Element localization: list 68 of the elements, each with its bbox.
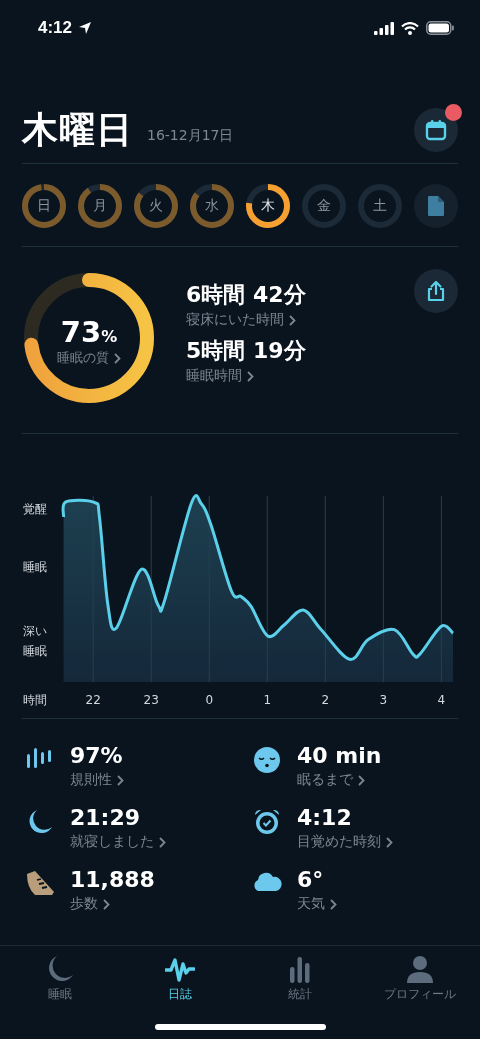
chevron-icon — [358, 774, 365, 786]
day-ring[interactable]: 日 — [22, 184, 66, 228]
stat-link[interactable]: 天気 — [297, 895, 337, 913]
quality-value: 73 — [60, 315, 102, 349]
shoe-icon — [25, 870, 55, 896]
share-icon — [426, 280, 446, 302]
stat-value: 11,888 — [70, 867, 155, 893]
x-axis-label: 22 — [85, 693, 101, 706]
bar-chart-icon — [26, 746, 54, 770]
x-axis-label: 3 — [379, 693, 388, 706]
x-axis-label: 2 — [321, 693, 330, 706]
calendar-icon — [425, 119, 447, 141]
day-ring[interactable]: 月 — [78, 184, 122, 228]
duration-link[interactable]: 寝床にいた時間 — [186, 311, 296, 329]
duration-link[interactable]: 睡眠時間 — [186, 367, 254, 385]
axis-title: 時間 — [23, 693, 47, 706]
stat-link[interactable]: 眠るまで — [297, 771, 365, 789]
date-range: 16-12月17日 — [147, 127, 235, 145]
chevron-icon — [114, 352, 121, 364]
y-axis-label: 深い睡眠 — [23, 624, 47, 659]
status-time: 4:12 — [38, 18, 73, 38]
day-ring[interactable]: 木 — [246, 184, 290, 228]
x-axis-label: 23 — [143, 693, 159, 706]
stat-link[interactable]: 規則性 — [70, 771, 124, 789]
quality-link[interactable]: 睡眠の質 — [57, 349, 121, 367]
cloud-icon — [251, 870, 283, 892]
stat-link[interactable]: 目覚めた時刻 — [297, 833, 393, 851]
sleeping-face-icon — [253, 746, 281, 774]
wifi-icon — [401, 21, 419, 35]
percent-sign: % — [101, 327, 118, 346]
report-button[interactable] — [414, 184, 458, 228]
x-axis-label: 0 — [205, 693, 214, 706]
day-ring[interactable]: 火 — [134, 184, 178, 228]
stat-link[interactable]: 就寝しました — [70, 833, 166, 851]
tab-item[interactable]: 統計 — [245, 954, 355, 1003]
day-ring[interactable]: 金 — [302, 184, 346, 228]
chevron-icon — [386, 836, 393, 848]
chevron-icon — [103, 898, 110, 910]
tab-item[interactable]: 睡眠 — [5, 954, 115, 1003]
day-ring[interactable]: 水 — [190, 184, 234, 228]
y-axis-label: 睡眠 — [23, 559, 47, 574]
day-title: 木曜日 — [22, 107, 133, 152]
signal-icon — [374, 21, 394, 35]
y-axis-label: 覚醒 — [23, 501, 47, 516]
tab-item[interactable]: プロフィール — [365, 954, 475, 1003]
stat-value: 4:12 — [297, 805, 353, 831]
chevron-icon — [247, 370, 254, 382]
chevron-icon — [330, 898, 337, 910]
stat-value: 97% — [70, 743, 124, 769]
stat-link[interactable]: 歩数 — [70, 895, 110, 913]
person-icon — [405, 954, 435, 984]
day-ring[interactable]: 土 — [358, 184, 402, 228]
chevron-icon — [289, 314, 296, 326]
duration-value: 5時間 19分 — [186, 337, 307, 365]
location-icon — [78, 21, 93, 35]
stat-value: 21:29 — [70, 805, 142, 831]
stat-value: 6° — [297, 867, 325, 893]
chevron-icon — [159, 836, 166, 848]
share-button[interactable] — [414, 269, 458, 313]
x-axis-label: 4 — [437, 693, 446, 706]
stat-value: 40 min — [297, 743, 382, 769]
tab-item[interactable]: 日誌 — [125, 954, 235, 1003]
chevron-icon — [117, 774, 124, 786]
alarm-clock-icon — [253, 808, 281, 836]
duration-value: 6時間 42分 — [186, 281, 307, 309]
x-axis-label: 1 — [263, 693, 272, 706]
battery-icon — [426, 21, 454, 35]
document-icon — [427, 195, 445, 217]
